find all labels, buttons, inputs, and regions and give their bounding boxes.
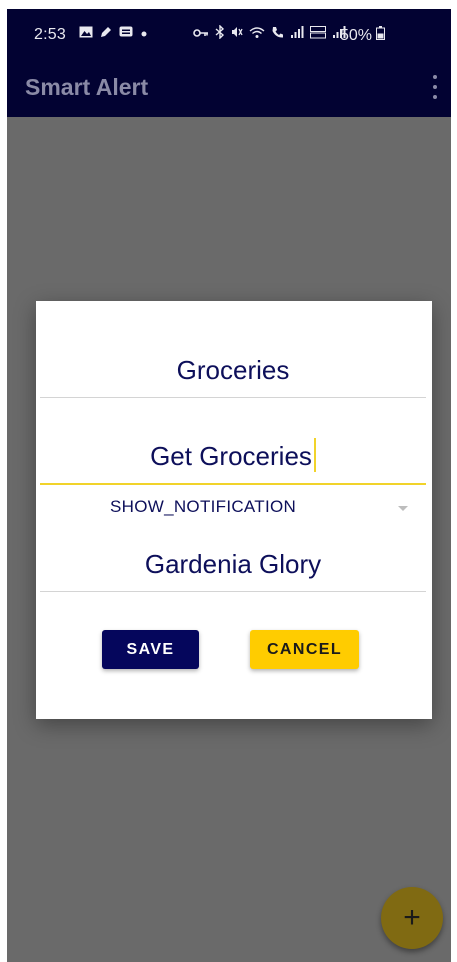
edit-alert-dialog: Groceries Get Groceries SHOW_NOTIFICATIO… [36,301,432,719]
menu-dot [433,75,437,79]
add-icon: + [403,901,421,934]
message-icon [119,26,133,43]
dropdown-arrow-icon [398,506,408,511]
volte-icon [310,25,326,43]
more-vert-icon[interactable] [427,75,443,99]
text-cursor [313,438,316,473]
battery-percent: 50% [340,27,373,44]
call-icon [271,26,284,43]
cancel-button[interactable]: CANCEL [250,630,359,669]
status-right-icons [193,24,346,43]
status-left-icons [79,25,149,43]
status-bar: 2:53 50% [7,9,451,59]
add-button[interactable]: + [381,887,443,949]
sound-field-underline [40,591,426,592]
title-field[interactable]: Groceries [40,355,426,386]
status-time: 2:53 [34,26,66,43]
description-field-underline [40,483,426,485]
battery-icon [376,26,386,44]
action-dropdown-value: SHOW_NOTIFICATION [110,497,297,516]
app-screen: 2:53 50% Smart Alert Groceries Get Groce… [7,9,451,962]
wifi-icon [249,26,265,43]
image-icon [79,26,93,42]
battery-status: 50% [340,26,386,45]
bluetooth-icon [215,24,225,43]
title-field-value: Groceries [176,355,290,385]
menu-dot [433,95,437,99]
app-title: Smart Alert [25,74,149,100]
mute-icon [231,25,243,43]
dot-icon [139,26,149,42]
description-field[interactable]: Get Groceries [40,438,426,475]
description-field-value: Get Groceries [150,441,312,471]
title-field-underline [40,397,426,398]
app-bar: Smart Alert [7,59,451,117]
menu-dot [433,85,437,89]
pen-icon [99,25,113,43]
save-button[interactable]: SAVE [102,630,199,669]
key-icon [193,26,209,42]
signal-icon [290,25,304,43]
sound-field-value: Gardenia Glory [144,549,322,579]
sound-field[interactable]: Gardenia Glory [40,549,426,580]
